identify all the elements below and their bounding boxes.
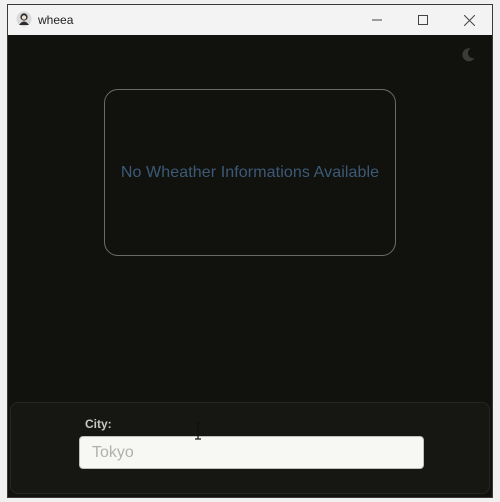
close-button[interactable] (446, 5, 492, 35)
minimize-icon (372, 19, 382, 21)
title-bar[interactable]: wheea (8, 5, 492, 35)
app-window: wheea No Wheather Informations Available… (7, 4, 493, 498)
main-content: No Wheather Informations Available City: (8, 35, 492, 497)
window-title: wheea (38, 13, 74, 27)
app-logo-icon (16, 11, 32, 27)
search-panel: City: (10, 402, 490, 494)
weather-card: No Wheather Informations Available (104, 89, 396, 256)
maximize-button[interactable] (400, 5, 446, 35)
close-icon (463, 14, 475, 26)
theme-toggle-button[interactable] (458, 45, 478, 65)
city-label: City: (85, 417, 112, 431)
city-input[interactable] (79, 436, 424, 469)
maximize-icon (418, 15, 428, 25)
minimize-button[interactable] (354, 5, 400, 35)
empty-weather-message: No Wheather Informations Available (120, 163, 380, 181)
moon-icon (462, 48, 475, 62)
